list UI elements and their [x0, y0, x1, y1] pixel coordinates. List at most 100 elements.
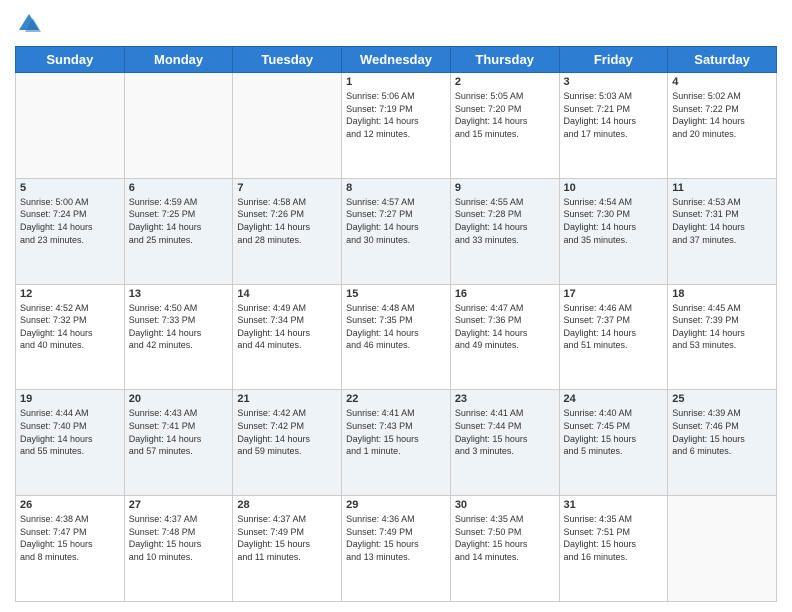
- day-number: 31: [564, 499, 664, 511]
- calendar-cell: 29 Sunrise: 4:36 AM Sunset: 7:49 PM Dayli…: [342, 496, 451, 602]
- weekday-header-monday: Monday: [124, 47, 233, 73]
- weekday-header-tuesday: Tuesday: [233, 47, 342, 73]
- day-number: 7: [237, 182, 337, 194]
- calendar-cell: 19 Sunrise: 4:44 AM Sunset: 7:40 PM Dayli…: [16, 390, 125, 496]
- calendar-cell: 31 Sunrise: 4:35 AM Sunset: 7:51 PM Dayli…: [559, 496, 668, 602]
- calendar-week-row: 26 Sunrise: 4:38 AM Sunset: 7:47 PM Dayli…: [16, 496, 777, 602]
- day-content: Sunrise: 4:42 AM Sunset: 7:42 PM Dayligh…: [237, 407, 337, 457]
- day-number: 25: [672, 393, 772, 405]
- day-number: 17: [564, 288, 664, 300]
- day-number: 16: [455, 288, 555, 300]
- day-content: Sunrise: 4:35 AM Sunset: 7:51 PM Dayligh…: [564, 513, 664, 563]
- day-number: 13: [129, 288, 229, 300]
- day-number: 3: [564, 76, 664, 88]
- day-content: Sunrise: 4:52 AM Sunset: 7:32 PM Dayligh…: [20, 302, 120, 352]
- weekday-header-wednesday: Wednesday: [342, 47, 451, 73]
- weekday-header-sunday: Sunday: [16, 47, 125, 73]
- day-content: Sunrise: 4:36 AM Sunset: 7:49 PM Dayligh…: [346, 513, 446, 563]
- calendar-cell: 4Sunrise: 5:02 AM Sunset: 7:22 PM Daylig…: [668, 73, 777, 179]
- day-number: 29: [346, 499, 446, 511]
- day-content: Sunrise: 4:55 AM Sunset: 7:28 PM Dayligh…: [455, 196, 555, 246]
- day-number: 8: [346, 182, 446, 194]
- day-content: Sunrise: 4:39 AM Sunset: 7:46 PM Dayligh…: [672, 407, 772, 457]
- day-content: Sunrise: 4:48 AM Sunset: 7:35 PM Dayligh…: [346, 302, 446, 352]
- calendar-page: SundayMondayTuesdayWednesdayThursdayFrid…: [0, 0, 792, 612]
- calendar-cell: 28 Sunrise: 4:37 AM Sunset: 7:49 PM Dayli…: [233, 496, 342, 602]
- calendar-cell: 9 Sunrise: 4:55 AM Sunset: 7:28 PM Daylig…: [450, 178, 559, 284]
- calendar-cell: 20Sunrise: 4:43 AM Sunset: 7:41 PM Dayli…: [124, 390, 233, 496]
- calendar-table: SundayMondayTuesdayWednesdayThursdayFrid…: [15, 46, 777, 602]
- day-content: Sunrise: 4:44 AM Sunset: 7:40 PM Dayligh…: [20, 407, 120, 457]
- day-content: Sunrise: 4:54 AM Sunset: 7:30 PM Dayligh…: [564, 196, 664, 246]
- calendar-cell: [668, 496, 777, 602]
- day-number: 5: [20, 182, 120, 194]
- calendar-cell: 7 Sunrise: 4:58 AM Sunset: 7:26 PM Daylig…: [233, 178, 342, 284]
- day-content: Sunrise: 4:49 AM Sunset: 7:34 PM Dayligh…: [237, 302, 337, 352]
- day-content: Sunrise: 4:37 AM Sunset: 7:49 PM Dayligh…: [237, 513, 337, 563]
- day-content: Sunrise: 4:58 AM Sunset: 7:26 PM Dayligh…: [237, 196, 337, 246]
- weekday-header-row: SundayMondayTuesdayWednesdayThursdayFrid…: [16, 47, 777, 73]
- day-number: 19: [20, 393, 120, 405]
- weekday-header-saturday: Saturday: [668, 47, 777, 73]
- calendar-cell: 26 Sunrise: 4:38 AM Sunset: 7:47 PM Dayli…: [16, 496, 125, 602]
- day-content: Sunrise: 4:59 AM Sunset: 7:25 PM Dayligh…: [129, 196, 229, 246]
- day-content: Sunrise: 5:06 AM Sunset: 7:19 PM Dayligh…: [346, 90, 446, 140]
- day-number: 27: [129, 499, 229, 511]
- day-number: 2: [455, 76, 555, 88]
- day-content: Sunrise: 4:53 AM Sunset: 7:31 PM Dayligh…: [672, 196, 772, 246]
- calendar-cell: [124, 73, 233, 179]
- day-content: Sunrise: 4:43 AM Sunset: 7:41 PM Dayligh…: [129, 407, 229, 457]
- day-number: 12: [20, 288, 120, 300]
- calendar-week-row: 1 Sunrise: 5:06 AM Sunset: 7:19 PM Daylig…: [16, 73, 777, 179]
- calendar-week-row: 5Sunrise: 5:00 AM Sunset: 7:24 PM Daylig…: [16, 178, 777, 284]
- day-content: Sunrise: 4:37 AM Sunset: 7:48 PM Dayligh…: [129, 513, 229, 563]
- day-content: Sunrise: 4:38 AM Sunset: 7:47 PM Dayligh…: [20, 513, 120, 563]
- day-content: Sunrise: 5:03 AM Sunset: 7:21 PM Dayligh…: [564, 90, 664, 140]
- day-number: 22: [346, 393, 446, 405]
- calendar-cell: 3 Sunrise: 5:03 AM Sunset: 7:21 PM Daylig…: [559, 73, 668, 179]
- calendar-cell: 16 Sunrise: 4:47 AM Sunset: 7:36 PM Dayli…: [450, 284, 559, 390]
- calendar-cell: 18Sunrise: 4:45 AM Sunset: 7:39 PM Dayli…: [668, 284, 777, 390]
- day-content: Sunrise: 4:57 AM Sunset: 7:27 PM Dayligh…: [346, 196, 446, 246]
- calendar-cell: 11 Sunrise: 4:53 AM Sunset: 7:31 PM Dayli…: [668, 178, 777, 284]
- day-content: Sunrise: 4:41 AM Sunset: 7:43 PM Dayligh…: [346, 407, 446, 457]
- calendar-cell: 22 Sunrise: 4:41 AM Sunset: 7:43 PM Dayli…: [342, 390, 451, 496]
- day-number: 11: [672, 182, 772, 194]
- day-number: 26: [20, 499, 120, 511]
- day-content: Sunrise: 4:46 AM Sunset: 7:37 PM Dayligh…: [564, 302, 664, 352]
- day-content: Sunrise: 5:05 AM Sunset: 7:20 PM Dayligh…: [455, 90, 555, 140]
- day-number: 6: [129, 182, 229, 194]
- day-number: 4: [672, 76, 772, 88]
- calendar-cell: 17 Sunrise: 4:46 AM Sunset: 7:37 PM Dayli…: [559, 284, 668, 390]
- calendar-cell: 25 Sunrise: 4:39 AM Sunset: 7:46 PM Dayli…: [668, 390, 777, 496]
- calendar-cell: 6 Sunrise: 4:59 AM Sunset: 7:25 PM Daylig…: [124, 178, 233, 284]
- calendar-cell: 24 Sunrise: 4:40 AM Sunset: 7:45 PM Dayli…: [559, 390, 668, 496]
- calendar-cell: 10Sunrise: 4:54 AM Sunset: 7:30 PM Dayli…: [559, 178, 668, 284]
- day-number: 1: [346, 76, 446, 88]
- calendar-cell: 12 Sunrise: 4:52 AM Sunset: 7:32 PM Dayli…: [16, 284, 125, 390]
- day-content: Sunrise: 4:47 AM Sunset: 7:36 PM Dayligh…: [455, 302, 555, 352]
- calendar-week-row: 19 Sunrise: 4:44 AM Sunset: 7:40 PM Dayli…: [16, 390, 777, 496]
- day-number: 18: [672, 288, 772, 300]
- calendar-cell: [233, 73, 342, 179]
- day-number: 14: [237, 288, 337, 300]
- day-number: 28: [237, 499, 337, 511]
- calendar-cell: 30Sunrise: 4:35 AM Sunset: 7:50 PM Dayli…: [450, 496, 559, 602]
- day-number: 15: [346, 288, 446, 300]
- day-content: Sunrise: 4:40 AM Sunset: 7:45 PM Dayligh…: [564, 407, 664, 457]
- weekday-header-friday: Friday: [559, 47, 668, 73]
- calendar-cell: 14 Sunrise: 4:49 AM Sunset: 7:34 PM Dayli…: [233, 284, 342, 390]
- day-number: 30: [455, 499, 555, 511]
- calendar-cell: [16, 73, 125, 179]
- day-content: Sunrise: 4:50 AM Sunset: 7:33 PM Dayligh…: [129, 302, 229, 352]
- calendar-cell: 23 Sunrise: 4:41 AM Sunset: 7:44 PM Dayli…: [450, 390, 559, 496]
- header: [15, 10, 777, 38]
- day-content: Sunrise: 4:41 AM Sunset: 7:44 PM Dayligh…: [455, 407, 555, 457]
- day-number: 24: [564, 393, 664, 405]
- logo-icon: [15, 10, 43, 38]
- day-number: 23: [455, 393, 555, 405]
- calendar-week-row: 12 Sunrise: 4:52 AM Sunset: 7:32 PM Dayli…: [16, 284, 777, 390]
- calendar-cell: 15 Sunrise: 4:48 AM Sunset: 7:35 PM Dayli…: [342, 284, 451, 390]
- day-number: 9: [455, 182, 555, 194]
- calendar-cell: 8 Sunrise: 4:57 AM Sunset: 7:27 PM Daylig…: [342, 178, 451, 284]
